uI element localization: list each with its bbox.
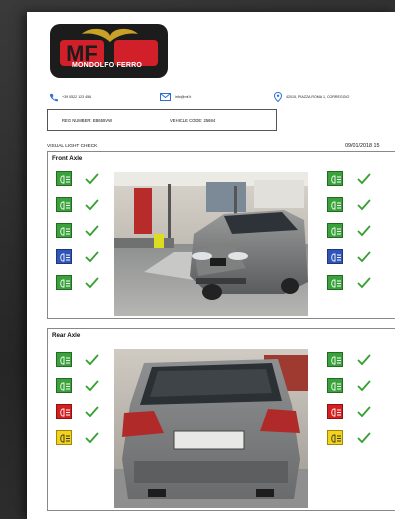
rear-axle-section: Rear Axle xyxy=(47,328,395,511)
rear-left-lamp-3-rear-fog-light-icon xyxy=(56,404,72,419)
check-icon xyxy=(85,199,99,211)
rear-right-lamp-2-position-light-icon xyxy=(327,378,343,393)
front-right-lamp-1-headlight-low-beam-icon xyxy=(327,171,343,186)
address-text: 42015, PIAZZA ROMA 1, CORREGGIO xyxy=(286,95,350,99)
check-icon xyxy=(357,173,371,185)
rear-car-photo xyxy=(114,349,308,508)
check-icon xyxy=(85,277,99,289)
rear-right-lamp-3-rear-fog-light-icon xyxy=(327,404,343,419)
rear-left-lamp-2-position-light-icon xyxy=(56,378,72,393)
check-icon xyxy=(85,173,99,185)
front-left-lamp-5-position-light-icon xyxy=(56,275,72,290)
check-icon xyxy=(85,251,99,263)
company-name: MONDOLFO FERRO xyxy=(71,62,143,69)
rear-right-lamp-1-turn-signal-icon xyxy=(327,352,343,367)
check-icon xyxy=(357,380,371,392)
front-axle-section: Front Axle xyxy=(47,151,395,319)
front-right-lamp-2-headlight-high-beam-icon xyxy=(327,197,343,212)
vehicle-info-box: REG NUMBER: EB655VW VEHICLE CODE: 25684 xyxy=(47,109,277,131)
check-icon xyxy=(85,380,99,392)
check-icon xyxy=(85,225,99,237)
rear-axle-title: Rear Axle xyxy=(52,332,81,339)
check-icon xyxy=(357,225,371,237)
front-left-lamp-4-high-beam-blue-icon xyxy=(56,249,72,264)
check-icon xyxy=(85,354,99,366)
front-right-lamp-4-high-beam-blue-icon xyxy=(327,249,343,264)
email-address: info@mf.it xyxy=(175,95,192,99)
check-icon xyxy=(357,354,371,366)
check-title: VISUAL LIGHT CHECK xyxy=(47,144,98,149)
check-icon xyxy=(357,432,371,444)
rear-left-lamp-1-turn-signal-icon xyxy=(56,352,72,367)
front-left-lamp-1-headlight-low-beam-icon xyxy=(56,171,72,186)
check-icon xyxy=(357,199,371,211)
reg-number: REG NUMBER: EB655VW xyxy=(62,118,113,123)
phone-number: +39 0522 123 456 xyxy=(62,95,92,99)
front-axle-title: Front Axle xyxy=(52,155,83,162)
check-icon xyxy=(357,277,371,289)
phone-icon xyxy=(49,93,58,101)
front-right-lamp-5-position-light-icon xyxy=(327,275,343,290)
report-page: MF MONDOLFO FERRO +39 0522 123 456 info@… xyxy=(27,12,395,519)
contact-phone: +39 0522 123 456 xyxy=(49,92,91,102)
check-icon xyxy=(85,406,99,418)
check-icon xyxy=(85,432,99,444)
contact-email: info@mf.it xyxy=(160,92,191,102)
contact-address: 42015, PIAZZA ROMA 1, CORREGGIO xyxy=(274,92,349,102)
front-left-lamp-2-headlight-high-beam-icon xyxy=(56,197,72,212)
check-icon xyxy=(357,406,371,418)
rear-left-lamp-4-reverse-light-icon xyxy=(56,430,72,445)
location-pin-icon xyxy=(274,92,282,102)
front-left-lamp-3-fog-light-icon xyxy=(56,223,72,238)
front-car-photo xyxy=(114,172,308,316)
rear-right-lamp-4-reverse-light-icon xyxy=(327,430,343,445)
check-datetime: 09/01/2018 15 xyxy=(345,143,380,149)
company-logo: MF xyxy=(50,24,168,78)
front-right-lamp-3-fog-light-icon xyxy=(327,223,343,238)
check-icon xyxy=(357,251,371,263)
vehicle-code: VEHICLE CODE: 25684 xyxy=(170,118,216,123)
email-icon xyxy=(160,93,171,101)
